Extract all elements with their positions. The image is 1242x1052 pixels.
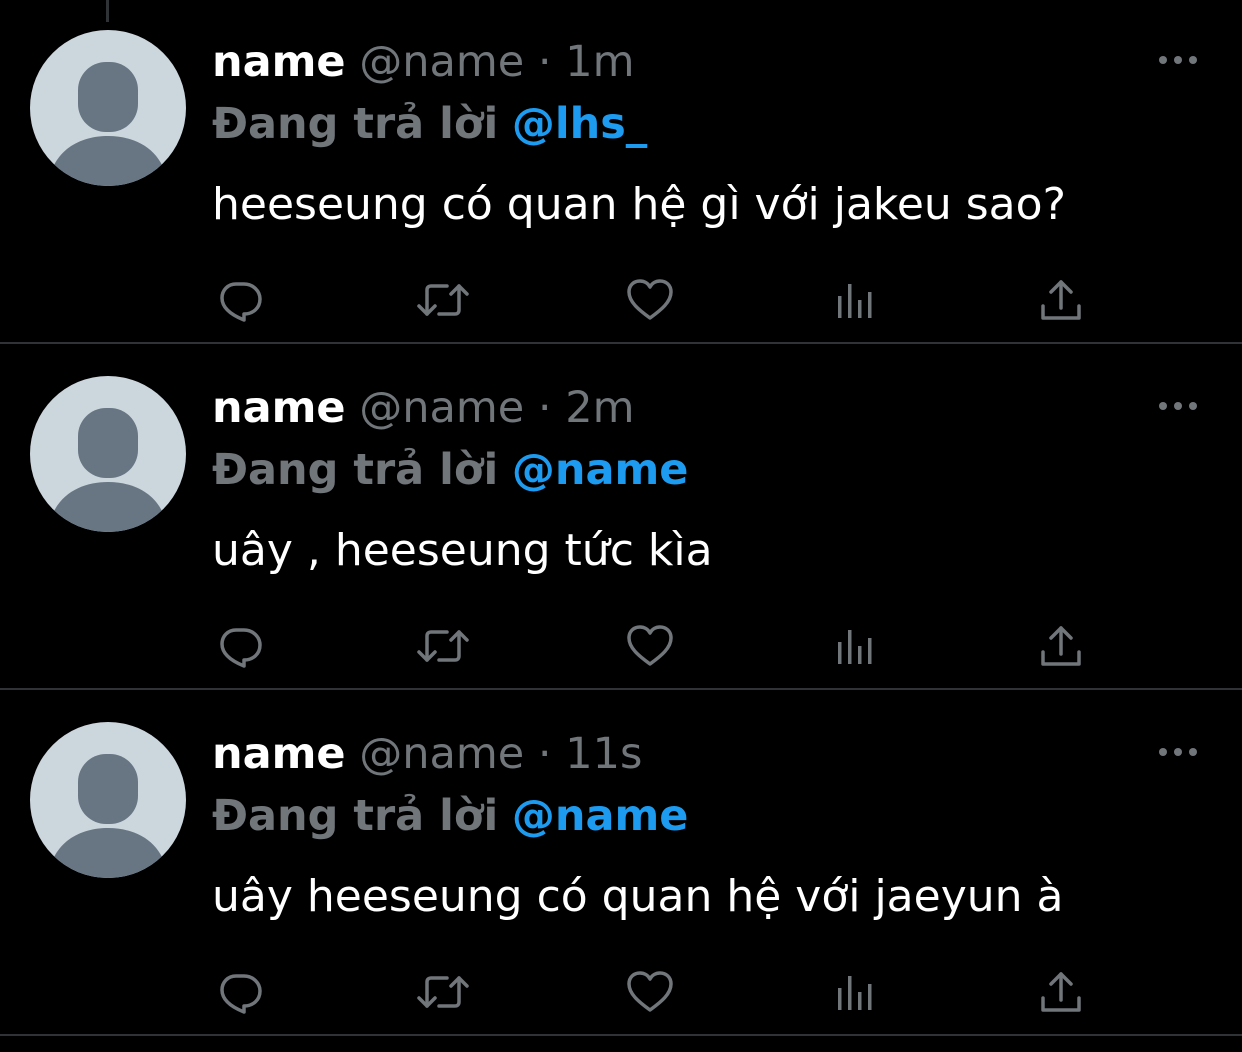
- avatar[interactable]: [30, 30, 186, 186]
- more-horizontal-icon: [1159, 56, 1197, 64]
- retweet-button[interactable]: [415, 964, 471, 1020]
- timestamp[interactable]: 1m: [565, 37, 634, 87]
- user-handle[interactable]: @name: [359, 383, 524, 433]
- share-button[interactable]: [1033, 964, 1089, 1020]
- tweet-text: heeseung có quan hệ gì với jakeu sao?: [212, 179, 1066, 230]
- user-handle[interactable]: @name: [359, 729, 524, 779]
- replying-to-label: Đang trả lời: [212, 791, 499, 841]
- more-horizontal-icon: [1159, 748, 1197, 756]
- timestamp[interactable]: 2m: [565, 383, 634, 433]
- retweet-button[interactable]: [415, 272, 471, 328]
- reply-bubble-icon: [220, 282, 262, 322]
- avatar[interactable]: [30, 722, 186, 878]
- separator-dot: ·: [537, 729, 552, 779]
- tweet-header: name @name · 2m: [212, 380, 635, 436]
- default-avatar-icon: [48, 408, 168, 532]
- more-options-button[interactable]: [1158, 48, 1198, 72]
- analytics-bars-icon: [838, 630, 872, 664]
- tweet-actions: [212, 618, 1112, 674]
- heart-icon: [627, 279, 673, 320]
- reply-button[interactable]: [212, 618, 268, 674]
- tweet[interactable]: name @name · 2m Đang trả lời @name uây ,…: [0, 346, 1242, 690]
- replying-to-line: Đang trả lời @name: [212, 788, 688, 844]
- tweet-text: uây , heeseung tức kìa: [212, 525, 713, 576]
- replying-to-line: Đang trả lời @lhs_: [212, 96, 647, 152]
- display-name[interactable]: name: [212, 383, 346, 433]
- reply-button[interactable]: [212, 272, 268, 328]
- analytics-button[interactable]: [828, 618, 884, 674]
- separator-dot: ·: [537, 383, 552, 433]
- heart-icon: [627, 625, 673, 666]
- default-avatar-icon: [48, 754, 168, 878]
- user-handle[interactable]: @name: [359, 37, 524, 87]
- tweet[interactable]: name @name · 1m Đang trả lời @lhs_ heese…: [0, 0, 1242, 344]
- replying-to-label: Đang trả lời: [212, 99, 499, 149]
- retweet-button[interactable]: [415, 618, 471, 674]
- tweet[interactable]: name @name · 11s Đang trả lời @name uây …: [0, 692, 1242, 1036]
- more-horizontal-icon: [1159, 402, 1197, 410]
- tweet-actions: [212, 272, 1112, 328]
- share-upload-icon: [1041, 626, 1081, 666]
- tweet-text: uây heeseung có quan hệ với jaeyun à: [212, 871, 1064, 922]
- timestamp[interactable]: 11s: [565, 729, 642, 779]
- retweet-icon: [417, 284, 469, 316]
- analytics-button[interactable]: [828, 272, 884, 328]
- heart-icon: [627, 971, 673, 1012]
- reply-bubble-icon: [220, 974, 262, 1014]
- separator-dot: ·: [537, 37, 552, 87]
- tweet-header: name @name · 1m: [212, 34, 635, 90]
- reply-button[interactable]: [212, 964, 268, 1020]
- avatar[interactable]: [30, 376, 186, 532]
- share-upload-icon: [1041, 280, 1081, 320]
- like-button[interactable]: [622, 964, 678, 1020]
- analytics-button[interactable]: [828, 964, 884, 1020]
- retweet-icon: [417, 976, 469, 1008]
- replying-to-line: Đang trả lời @name: [212, 442, 688, 498]
- like-button[interactable]: [622, 618, 678, 674]
- display-name[interactable]: name: [212, 37, 346, 87]
- share-button[interactable]: [1033, 618, 1089, 674]
- reply-bubble-icon: [220, 628, 262, 668]
- tweet-actions: [212, 964, 1112, 1020]
- display-name[interactable]: name: [212, 729, 346, 779]
- share-upload-icon: [1041, 972, 1081, 1012]
- default-avatar-icon: [48, 62, 168, 186]
- tweet-header: name @name · 11s: [212, 726, 642, 782]
- replying-to-label: Đang trả lời: [212, 445, 499, 495]
- share-button[interactable]: [1033, 272, 1089, 328]
- reply-mention-link[interactable]: @name: [512, 791, 689, 841]
- reply-mention-link[interactable]: @lhs_: [512, 99, 647, 149]
- more-options-button[interactable]: [1158, 740, 1198, 764]
- reply-mention-link[interactable]: @name: [512, 445, 689, 495]
- analytics-bars-icon: [838, 284, 872, 318]
- more-options-button[interactable]: [1158, 394, 1198, 418]
- like-button[interactable]: [622, 272, 678, 328]
- retweet-icon: [417, 630, 469, 662]
- analytics-bars-icon: [838, 976, 872, 1010]
